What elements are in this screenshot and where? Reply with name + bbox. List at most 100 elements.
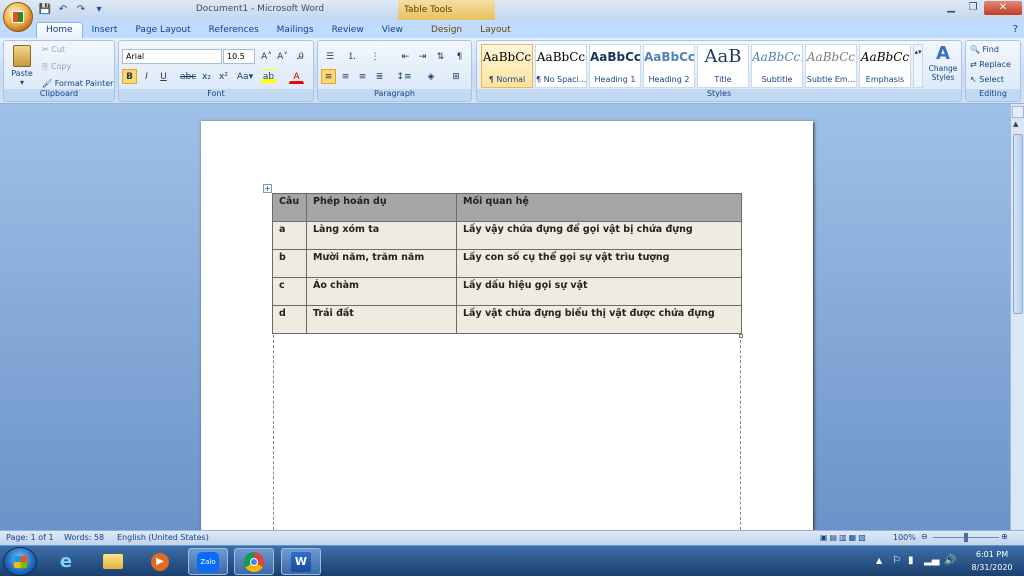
align-left-icon[interactable]: ≡ <box>321 69 336 84</box>
line-spacing-icon[interactable]: ↕≡ <box>394 69 414 84</box>
word-icon[interactable]: W <box>281 548 321 575</box>
zoom-slider[interactable]: ⊖ ⊕ <box>921 532 1011 543</box>
italic-icon[interactable]: I <box>139 69 154 84</box>
increase-indent-icon[interactable]: ⇥ <box>415 49 430 64</box>
table-cell[interactable]: Mười năm, trăm năm <box>306 249 457 278</box>
table-cell[interactable]: a <box>272 221 307 250</box>
tab-review[interactable]: Review <box>323 23 373 38</box>
replace-button[interactable]: ⇄ Replace <box>970 60 1011 69</box>
table-cell[interactable]: c <box>272 277 307 306</box>
internet-explorer-icon[interactable]: e <box>46 548 86 575</box>
help-icon[interactable]: ? <box>1007 24 1024 38</box>
style-normal[interactable]: AaBbCc ¶ Normal <box>481 44 533 88</box>
action-center-icon[interactable]: ⚐ <box>892 555 901 566</box>
find-button[interactable]: 🔍 Find <box>970 45 999 54</box>
tab-design[interactable]: Design <box>422 23 471 38</box>
scrollbar-thumb[interactable] <box>1013 134 1023 314</box>
select-button[interactable]: ↖ Select <box>970 75 1004 84</box>
align-right-icon[interactable]: ≡ <box>355 69 370 84</box>
borders-icon[interactable]: ⊞ <box>446 69 466 84</box>
minimize-button[interactable]: ▁ <box>940 1 962 15</box>
font-name-field[interactable]: Arial <box>122 49 222 64</box>
table-cell[interactable]: Lấy vậy chứa đựng để gọi vật bị chứa đựn… <box>456 221 742 250</box>
signal-icon[interactable]: ▂▄ <box>924 555 939 566</box>
cut-button[interactable]: ✂ Cut <box>42 45 65 54</box>
bold-icon[interactable]: B <box>122 69 137 84</box>
tab-insert[interactable]: Insert <box>83 23 127 38</box>
tab-layout[interactable]: Layout <box>471 23 520 38</box>
highlight-icon[interactable]: ab <box>261 69 276 84</box>
font-color-icon[interactable]: A <box>289 69 304 84</box>
media-player-icon[interactable]: ▶ <box>140 548 180 575</box>
clock-time[interactable]: 6:01 PM <box>972 550 1012 559</box>
show-hidden-icons-icon[interactable]: ▲ <box>876 556 882 565</box>
decrease-indent-icon[interactable]: ⇤ <box>398 49 413 64</box>
table-cell[interactable]: Trái đất <box>306 305 457 334</box>
table-cell[interactable]: Lấy con số cụ thể gọi sự vật trìu tượng <box>456 249 742 278</box>
zoom-level[interactable]: 100% <box>893 533 916 542</box>
header-cell[interactable]: Phép hoán dụ <box>306 193 457 222</box>
volume-icon[interactable]: 🔊 <box>944 555 956 566</box>
office-button[interactable] <box>3 2 33 32</box>
shading-icon[interactable]: ◈ <box>421 69 441 84</box>
change-styles-button[interactable]: A Change Styles <box>926 43 960 82</box>
zalo-icon[interactable]: Zalo <box>188 548 228 575</box>
numbering-icon[interactable]: ⒈ <box>343 49 361 64</box>
grow-font-icon[interactable]: A˄ <box>259 49 274 64</box>
change-case-icon[interactable]: Aa▾ <box>235 69 255 84</box>
table-cell[interactable]: Làng xóm ta <box>306 221 457 250</box>
style-title[interactable]: AaB Title <box>697 44 749 88</box>
clear-format-icon[interactable]: Ꭿ <box>293 49 308 64</box>
multilevel-list-icon[interactable]: ⋮ <box>366 49 384 64</box>
scroll-up-icon[interactable]: ▲ <box>1013 120 1018 128</box>
tab-references[interactable]: References <box>200 23 268 38</box>
document-page[interactable]: + Câu Phép hoán dụ Mối quan hệ a Làng xó… <box>201 121 813 530</box>
style-heading-2[interactable]: AaBbCc Heading 2 <box>643 44 695 88</box>
superscript-icon[interactable]: x² <box>216 69 231 84</box>
pilcrow-icon[interactable]: ¶ <box>452 49 467 64</box>
tab-home[interactable]: Home <box>36 22 83 38</box>
ruler-toggle-icon[interactable] <box>1012 106 1024 118</box>
page-count[interactable]: Page: 1 of 1 <box>6 533 54 542</box>
zoom-thumb[interactable] <box>964 533 968 542</box>
view-buttons[interactable]: ▣▤▥▦▧ <box>820 533 868 542</box>
table-cell[interactable]: d <box>272 305 307 334</box>
close-button[interactable]: ✕ <box>984 1 1022 15</box>
restore-button[interactable]: ❐ <box>962 1 984 15</box>
shrink-font-icon[interactable]: A˅ <box>275 49 290 64</box>
style-heading-1[interactable]: AaBbCc Heading 1 <box>589 44 641 88</box>
table-cell[interactable]: Lấy dấu hiệu gọi sự vật <box>456 277 742 306</box>
align-center-icon[interactable]: ≡ <box>338 69 353 84</box>
styles-scroll-icon[interactable]: ▴▾ <box>913 44 923 88</box>
style-subtle-emphasis[interactable]: AaBbCc Subtle Em... <box>805 44 857 88</box>
word-count[interactable]: Words: 58 <box>64 533 104 542</box>
network-icon[interactable]: ▮ <box>908 555 914 566</box>
header-cell[interactable]: Câu <box>272 193 307 222</box>
sort-icon[interactable]: ⇅ <box>433 49 448 64</box>
table-cell[interactable]: Lấy vật chứa đựng biểu thị vật được chứa… <box>456 305 742 334</box>
subscript-icon[interactable]: x₂ <box>199 69 214 84</box>
bullets-icon[interactable]: ☰ <box>321 49 339 64</box>
style-subtitle[interactable]: AaBbCc. Subtitle <box>751 44 803 88</box>
header-cell[interactable]: Mối quan hệ <box>456 193 742 222</box>
strikethrough-icon[interactable]: abc <box>179 69 197 84</box>
paste-button[interactable]: Paste ▾ <box>8 43 36 87</box>
clock-date[interactable]: 8/31/2020 <box>968 563 1016 572</box>
table-cell[interactable]: Áo chàm <box>306 277 457 306</box>
underline-icon[interactable]: U <box>156 69 171 84</box>
tab-view[interactable]: View <box>373 23 412 38</box>
style-emphasis[interactable]: AaBbCc Emphasis <box>859 44 911 88</box>
table-move-handle-icon[interactable]: + <box>263 184 272 193</box>
vertical-scrollbar[interactable]: ▲ <box>1010 104 1024 530</box>
justify-icon[interactable]: ≣ <box>372 69 387 84</box>
start-button[interactable] <box>3 547 37 576</box>
tab-page-layout[interactable]: Page Layout <box>126 23 199 38</box>
table-cell[interactable]: b <box>272 249 307 278</box>
format-painter-button[interactable]: 🖌 Format Painter <box>42 79 113 88</box>
table-resize-handle[interactable] <box>739 334 743 338</box>
style-no-spacing[interactable]: AaBbCc ¶ No Spaci... <box>535 44 587 88</box>
tab-mailings[interactable]: Mailings <box>268 23 323 38</box>
copy-button[interactable]: ⎘ Copy <box>42 62 71 72</box>
zoom-in-icon[interactable]: ⊕ <box>1001 532 1008 541</box>
file-explorer-icon[interactable] <box>93 548 133 575</box>
